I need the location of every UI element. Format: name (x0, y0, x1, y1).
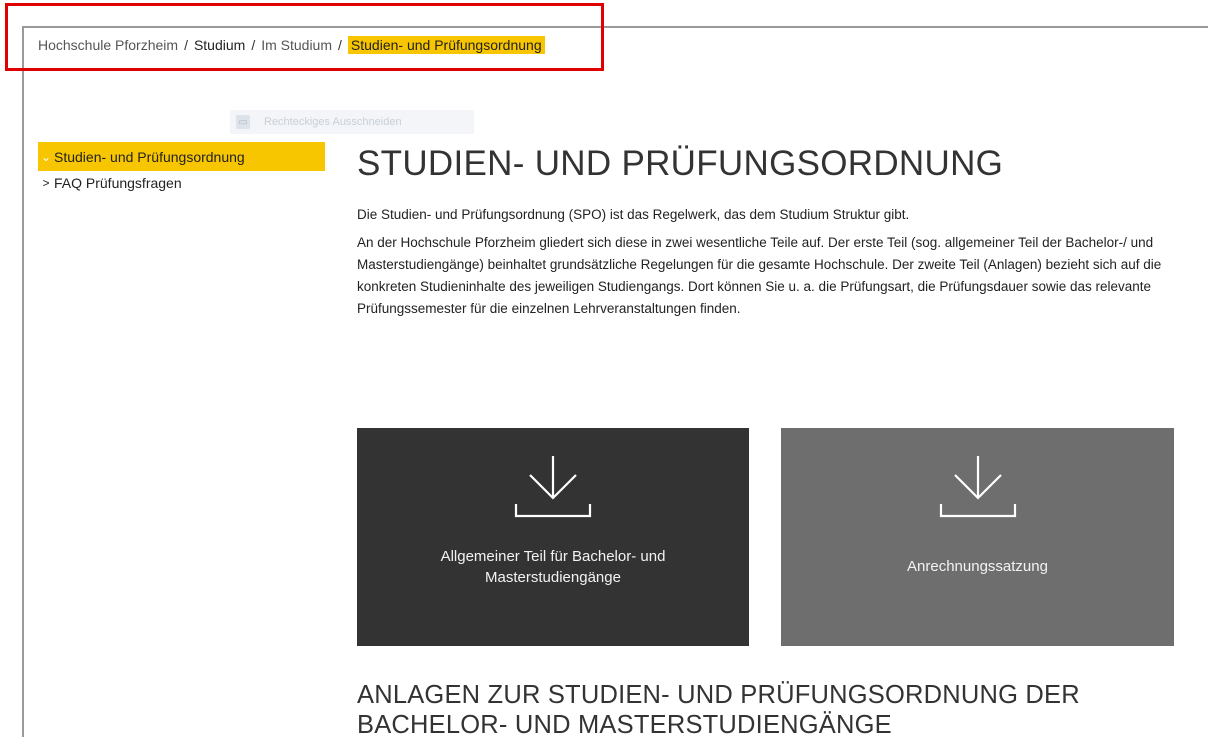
sidebar-item-spo[interactable]: ⌄ Studien- und Prüfungsordnung (38, 142, 325, 171)
breadcrumb-separator: / (338, 37, 342, 53)
download-tile-label-line: Masterstudiengänge (485, 569, 621, 586)
section-title-anlagen: ANLAGEN ZUR STUDIEN- UND PRÜFUNGSORDNUNG… (357, 681, 1080, 737)
intro-text: Die Studien- und Prüfungsordnung (SPO) i… (357, 207, 910, 222)
sidebar-item-label: FAQ Prüfungsfragen (54, 175, 182, 191)
snipping-tool-ghost-toolbar: ▭ Rechteckiges Ausschneiden (230, 110, 474, 134)
snip-mode-icon: ▭ (236, 115, 250, 129)
download-icon (939, 456, 1016, 518)
download-icon (514, 456, 592, 518)
chevron-right-icon: > (42, 176, 50, 190)
breadcrumb-link-hochschule[interactable]: Hochschule Pforzheim (38, 37, 178, 53)
download-tile-label-line: Allgemeiner Teil für Bachelor- und (440, 548, 666, 565)
download-tile-label: Anrechnungssatzung (907, 556, 1048, 577)
page-title: STUDIEN- UND PRÜFUNGSORDNUNG (357, 144, 1004, 183)
sidebar-item-label: Studien- und Prüfungsordnung (54, 148, 245, 165)
download-tile-label-line: Anrechnungssatzung (907, 558, 1048, 575)
breadcrumb-separator: / (251, 37, 256, 53)
snip-mode-label: Rechteckiges Ausschneiden (264, 116, 402, 128)
main-content: STUDIEN- UND PRÜFUNGSORDNUNG Die Studien… (357, 140, 1177, 320)
download-tile-allgemeiner-teil[interactable]: Allgemeiner Teil für Bachelor- und Maste… (357, 428, 749, 646)
body-text: An der Hochschule Pforzheim gliedert sic… (357, 235, 1162, 316)
breadcrumb-link-studium[interactable]: Studium (194, 37, 245, 53)
breadcrumb-link-im-studium[interactable]: Im Studium (261, 37, 332, 53)
breadcrumb-separator: / (184, 37, 188, 53)
chevron-down-icon: ⌄ (40, 149, 52, 164)
sidebar-nav: ⌄ Studien- und Prüfungsordnung > FAQ Prü… (38, 142, 325, 195)
breadcrumb: Hochschule Pforzheim / Studium / Im Stud… (38, 35, 545, 55)
download-tile-anrechnungssatzung[interactable]: Anrechnungssatzung (781, 428, 1174, 646)
sidebar-item-faq[interactable]: > FAQ Prüfungsfragen (38, 171, 325, 195)
breadcrumb-current: Studien- und Prüfungsordnung (347, 36, 545, 54)
download-tile-label: Allgemeiner Teil für Bachelor- und Maste… (441, 546, 666, 588)
